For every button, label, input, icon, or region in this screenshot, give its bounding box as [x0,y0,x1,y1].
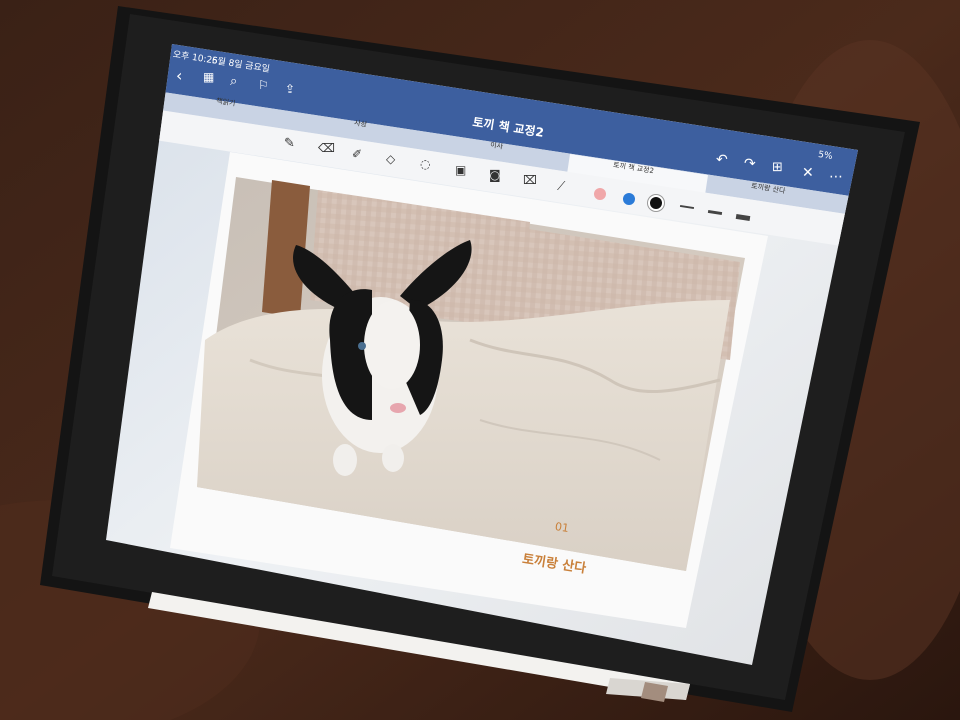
pen-color-blue[interactable] [623,193,635,205]
more-icon[interactable]: ⋯ [829,169,843,185]
eraser-icon[interactable]: ⌫ [318,141,335,155]
tab-moving[interactable]: 이사 [489,140,504,152]
camera-icon[interactable]: ◙ [489,168,501,182]
back-icon[interactable]: ‹ [176,66,182,85]
text-box-icon[interactable]: ⌧ [523,173,537,187]
close-icon[interactable]: ✕ [802,165,814,181]
pen-color-black[interactable] [650,197,662,209]
highlighter-icon[interactable]: ✐ [352,147,362,161]
lasso-icon[interactable]: ◌ [420,157,430,171]
pen-icon[interactable]: ✎ [284,136,295,151]
page-number: 01 [554,520,570,535]
bookmark-icon[interactable]: ⚐ [258,78,269,92]
search-icon[interactable]: ⌕ [230,74,237,89]
battery-percent: 5% [817,150,834,163]
pen-color-pink[interactable] [594,188,606,200]
share-icon[interactable]: ⇪ [285,82,295,96]
add-page-icon[interactable]: ⊞ [772,160,783,175]
redo-icon[interactable]: ↷ [744,156,756,172]
undo-icon[interactable]: ↶ [716,152,728,168]
laser-pointer-icon[interactable]: ⟋ [557,179,565,194]
tab-thought[interactable]: 사상 [353,118,368,130]
shapes-icon[interactable]: ◇ [386,152,395,166]
photo-scene [0,0,960,720]
grid-icon[interactable]: ▦ [203,70,214,84]
image-icon[interactable]: ▣ [455,163,466,177]
